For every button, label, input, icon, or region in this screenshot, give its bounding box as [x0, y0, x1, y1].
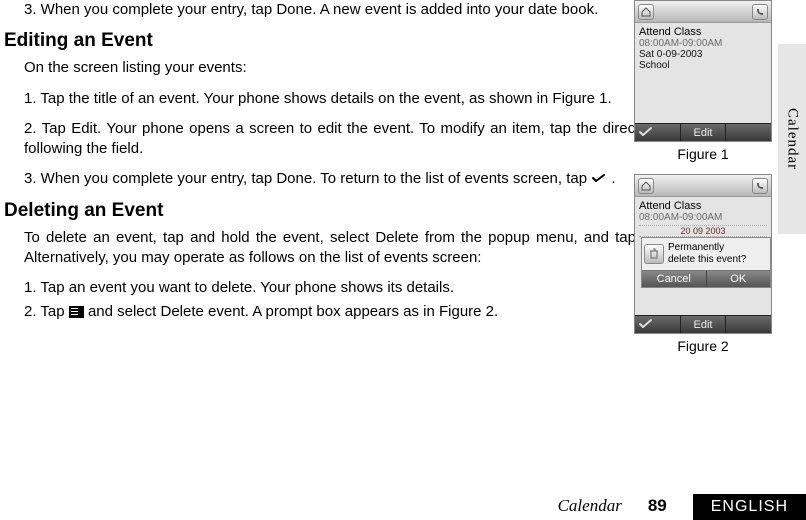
heading-editing-event: Editing an Event: [4, 30, 668, 52]
figure2-dialog-line2: delete this event?: [668, 254, 746, 266]
paragraph-deleting-step2: 2. Tap and select Delete event. A prompt…: [4, 302, 668, 322]
paragraph-deleting-intro: To delete an event, tap and hold the eve…: [4, 228, 668, 269]
paragraph-step-done: 3. When you complete your entry, tap Don…: [4, 0, 668, 20]
phone-icon: [752, 4, 768, 20]
paragraph-deleting-step2-b: and select Delete event. A prompt box ap…: [88, 303, 498, 320]
footer-language-badge: ENGLISH: [693, 494, 806, 520]
paragraph-editing-intro: On the screen listing your events:: [4, 58, 668, 78]
section-side-tab: Calendar: [778, 44, 806, 234]
figure1-caption: Figure 1: [634, 146, 772, 162]
figure1-event-time: 08:00AM-09:00AM: [639, 38, 767, 49]
paragraph-editing-step2: 2. Tap Edit. Your phone opens a screen t…: [4, 119, 668, 160]
paragraph-editing-step3-b: .: [611, 170, 615, 187]
figure2-phone: Attend Class 08:00AM-09:00AM 20 09 2003 …: [634, 174, 772, 334]
figure2-dialog-actions: Cancel OK: [642, 270, 770, 287]
trash-icon: [644, 244, 664, 264]
paragraph-editing-step1: 1. Tap the title of an event. Your phone…: [4, 89, 668, 109]
paragraph-deleting-step2-a: 2. Tap: [24, 303, 69, 320]
section-side-tab-label: Calendar: [784, 108, 801, 170]
figure1-softkey-bar: Edit: [635, 123, 771, 141]
page-footer: Calendar 89 ENGLISH: [0, 490, 806, 520]
figure1-phone: Attend Class 08:00AM-09:00AM Sat 0-09-20…: [634, 0, 772, 142]
footer-page-number: 89: [648, 496, 667, 520]
phone-icon: [752, 178, 768, 194]
paragraph-deleting-step1: 1. Tap an event you want to delete. Your…: [4, 278, 668, 298]
figure1-softkey-back-icon: [639, 126, 653, 138]
figure2-event-time: 08:00AM-09:00AM: [639, 212, 767, 223]
heading-deleting-event: Deleting an Event: [4, 200, 668, 222]
figure2-event-title: Attend Class: [639, 200, 767, 212]
figure1-screen: Attend Class 08:00AM-09:00AM Sat 0-09-20…: [635, 23, 771, 123]
figure2-confirm-dialog: Permanently delete this event? Cancel OK: [641, 237, 771, 288]
figure1-softkey-center: Edit: [680, 124, 726, 141]
figure2-dialog-line1: Permanently: [668, 242, 746, 254]
figure2-status-bar: [635, 175, 771, 197]
figure1-event-title: Attend Class: [639, 26, 767, 38]
home-icon: [638, 4, 654, 20]
figure2-mid-date: 20 09 2003: [639, 225, 767, 237]
figure2-dialog-text: Permanently delete this event?: [668, 242, 746, 266]
back-arrow-icon: [591, 173, 607, 185]
figure2-cancel-button: Cancel: [642, 271, 707, 287]
menu-icon: [69, 306, 84, 318]
figure1-status-bar: [635, 1, 771, 23]
figure2-dialog-body: Permanently delete this event?: [642, 238, 770, 270]
main-text-column: 3. When you complete your entry, tap Don…: [4, 0, 668, 323]
figure1-event-date: Sat 0-09-2003: [639, 49, 767, 60]
figure2-ok-button: OK: [707, 271, 771, 287]
figure2-caption: Figure 2: [634, 338, 772, 354]
home-icon: [638, 178, 654, 194]
figures-column: Attend Class 08:00AM-09:00AM Sat 0-09-20…: [634, 0, 772, 366]
figure2-softkey-back-icon: [639, 318, 653, 330]
figure2-softkey-bar: Edit: [635, 315, 771, 333]
footer-section-name: Calendar: [558, 496, 622, 520]
figure1-event-location: School: [639, 60, 767, 71]
paragraph-editing-step3: 3. When you complete your entry, tap Don…: [4, 169, 668, 189]
paragraph-editing-step3-a: 3. When you complete your entry, tap Don…: [24, 170, 591, 187]
figure2-screen: Attend Class 08:00AM-09:00AM 20 09 2003 …: [635, 197, 771, 315]
figure2-softkey-center: Edit: [680, 316, 726, 333]
